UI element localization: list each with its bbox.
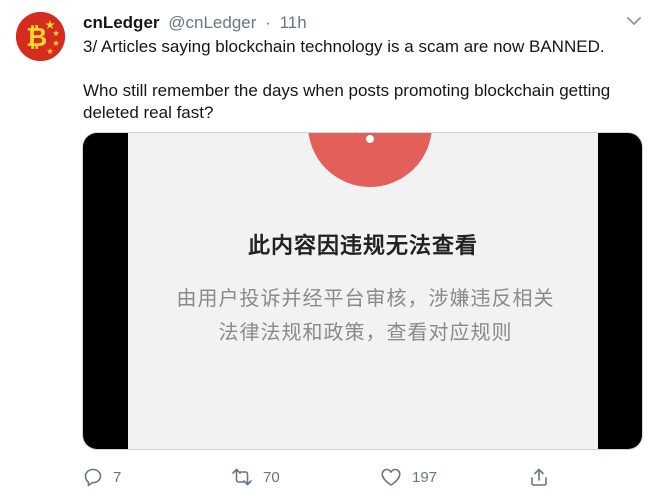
tweet-menu-button[interactable] <box>625 14 643 28</box>
bitcoin-flag-icon: ₿ <box>16 12 65 61</box>
svg-text:₿: ₿ <box>26 23 47 53</box>
tweet-timestamp[interactable]: 11h <box>280 13 307 32</box>
warning-dot <box>366 135 374 143</box>
tweet-actions: 7 70 197 <box>83 464 553 490</box>
chevron-down-icon <box>627 17 641 25</box>
like-button[interactable]: 197 <box>380 464 437 490</box>
retweet-icon <box>232 468 252 486</box>
notice-description: 由用户投诉并经平台审核，涉嫌违反相关法律法规和政策，查看对应规则 <box>176 286 555 344</box>
retweet-count: 70 <box>263 468 280 486</box>
tweet-text-line-2: Who still remember the days when posts p… <box>83 81 611 122</box>
retweet-button[interactable]: 70 <box>231 464 280 490</box>
author-handle[interactable]: @cnLedger <box>168 13 256 32</box>
tweet-header: cnLedger @cnLedger · 11h <box>83 12 307 34</box>
reply-button[interactable]: 7 <box>83 464 121 490</box>
separator-dot: · <box>265 13 271 32</box>
share-icon <box>531 468 547 486</box>
avatar[interactable]: ₿ <box>16 12 65 61</box>
censored-notice-screenshot: 此内容因违规无法查看 由用户投诉并经平台审核，涉嫌违反相关法律法规和政策，查看对… <box>128 133 598 449</box>
tweet-text-line-1: 3/ Articles saying blockchain technology… <box>83 37 605 56</box>
reply-count: 7 <box>113 468 122 486</box>
notice-title: 此内容因违规无法查看 <box>247 234 478 259</box>
warning-circle-icon <box>308 133 432 187</box>
heart-icon <box>381 468 401 486</box>
tweet-media-image[interactable]: 此内容因违规无法查看 由用户投诉并经平台审核，涉嫌违反相关法律法规和政策，查看对… <box>83 133 642 449</box>
tweet-text: 3/ Articles saying blockchain technology… <box>83 36 643 124</box>
reply-icon <box>84 468 102 487</box>
tweet-card[interactable]: ₿ cnLedger @cnLedger · 11h 3/ Articles s… <box>0 0 657 500</box>
share-button[interactable] <box>529 464 549 490</box>
author-name[interactable]: cnLedger <box>83 13 160 32</box>
like-count: 197 <box>412 468 438 486</box>
